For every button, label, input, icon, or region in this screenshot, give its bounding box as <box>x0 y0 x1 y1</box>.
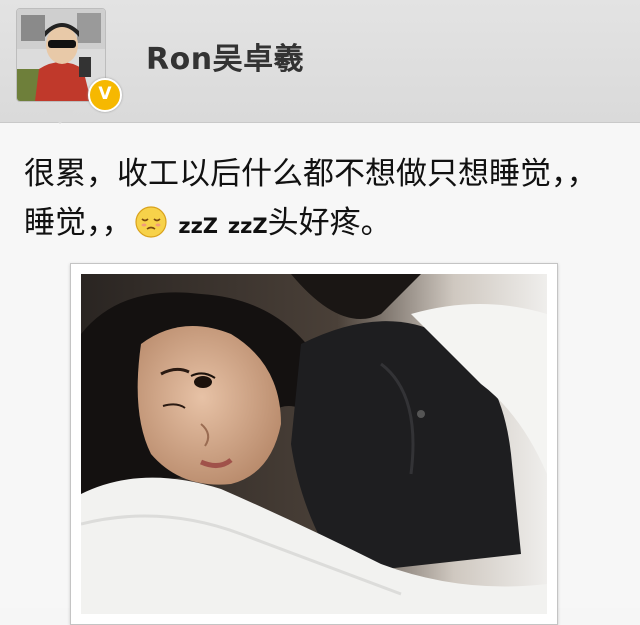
snore-text-2: zzZ <box>227 214 268 238</box>
post-text-part2: 头好疼。 <box>267 205 392 241</box>
post-photo[interactable] <box>70 263 558 625</box>
verified-badge-icon: V <box>88 78 122 112</box>
post-text: 很累，收工以后什么都不想做只想睡觉，，睡觉，， zzZ zzZ头好疼。 <box>24 150 614 253</box>
woman-lying-on-pillow-photo <box>81 274 547 614</box>
sleepy-face-icon <box>134 204 167 253</box>
snore-text-1: zzZ <box>178 214 219 238</box>
header-pointer <box>46 110 74 124</box>
username[interactable]: Ron吴卓羲 <box>146 34 304 78</box>
post-header: V Ron吴卓羲 <box>0 0 640 123</box>
